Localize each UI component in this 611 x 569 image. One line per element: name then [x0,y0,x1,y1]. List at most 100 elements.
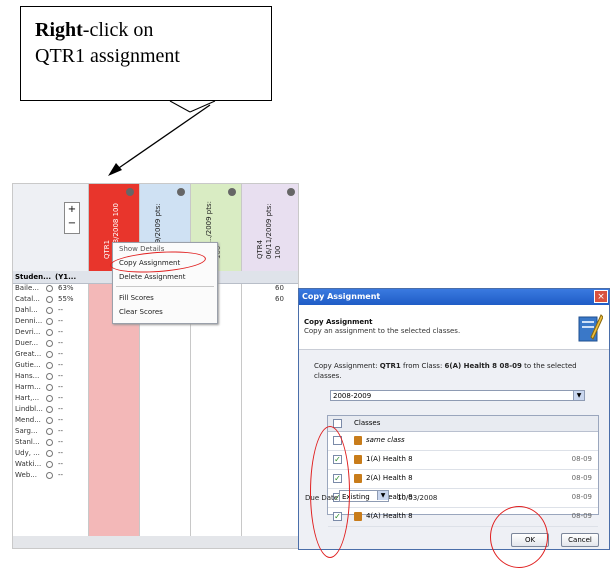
zoom-controls[interactable]: + − [64,202,80,234]
chevron-down-icon[interactable]: ▼ [377,491,388,500]
class-book-icon [354,474,362,483]
highlight-checkboxes [310,426,350,558]
menu-delete-assignment[interactable]: Delete Assignment [119,272,185,283]
student-name: Gutie... [15,361,41,369]
student-info-icon[interactable] [46,351,53,358]
table-row[interactable]: Harm... -- [13,382,298,393]
table-row[interactable]: Great... -- [13,349,298,360]
gradebook-grid: + − QTR1 10/03/2008 100 08/09/2009 pts: … [12,183,299,549]
student-info-icon[interactable] [46,450,53,457]
class-book-icon [354,512,362,521]
student-name: Udy, ... [15,449,40,457]
student-info-icon[interactable] [46,318,53,325]
student-name: Stanl... [15,438,40,446]
dialog-header: Copy Assignment Copy an assignment to th… [299,305,609,350]
student-name: Duer... [15,339,39,347]
student-name: Hart,... [15,394,40,402]
student-info-icon[interactable] [46,406,53,413]
class-row[interactable]: ✓ 4(A) Health 8 08-09 [328,507,598,527]
student-info-icon[interactable] [46,395,53,402]
zoom-in-button[interactable]: + [65,203,79,217]
dialog-heading: Copy Assignment [304,318,373,326]
student-name: Catal... [15,295,40,303]
class-book-icon [354,455,362,464]
student-header[interactable]: Studen... [15,271,51,283]
student-info-icon[interactable] [46,439,53,446]
student-info-icon[interactable] [46,461,53,468]
student-info-icon[interactable] [46,307,53,314]
table-row[interactable]: Watki... -- [13,459,298,470]
highlight-ok-button [490,506,548,568]
column-menu-icon[interactable] [228,188,236,196]
assignment-header-qtr4: QTR4 06/11/2009 pts: 100 [256,203,282,259]
student-info-icon[interactable] [46,340,53,347]
student-name: Great... [15,350,42,358]
student-name: Web... [15,471,37,479]
score-cell[interactable]: 60 [275,283,284,294]
school-year-select[interactable]: 2008-2009 ▼ [330,390,585,401]
student-info-icon[interactable] [46,285,53,292]
table-row[interactable]: Gutie... -- [13,360,298,371]
close-icon[interactable]: × [594,290,608,303]
column-menu-icon[interactable] [126,188,134,196]
student-average: -- [58,339,64,347]
class-year: 08-09 [571,512,592,520]
student-average: 63% [58,284,74,292]
student-average: -- [58,405,64,413]
class-name: 4(A) Health 8 [366,512,413,520]
student-name: Sarg... [15,427,38,435]
student-info-icon[interactable] [46,296,53,303]
assignment-pencil-icon [578,314,603,342]
student-info-icon[interactable] [46,329,53,336]
student-average: -- [58,438,64,446]
student-average: -- [58,317,64,325]
class-year: 08-09 [571,493,592,501]
chevron-down-icon[interactable]: ▼ [573,391,584,400]
class-row[interactable]: ✓ 2(A) Health 8 08-09 [328,469,598,489]
student-info-icon[interactable] [46,472,53,479]
class-row[interactable]: same class [328,431,598,451]
student-info-icon[interactable] [46,384,53,391]
student-name: Denni... [15,317,43,325]
menu-fill-scores[interactable]: Fill Scores [119,293,154,304]
class-row[interactable]: ✓ 1(A) Health 8 08-09 [328,450,598,470]
student-name: Lindbl... [15,405,43,413]
table-row[interactable]: Mend... -- [13,415,298,426]
table-row[interactable]: Devri... -- [13,327,298,338]
table-row[interactable]: Hans... -- [13,371,298,382]
student-average: -- [58,306,64,314]
student-name: Mend... [15,416,41,424]
grid-footer [13,536,298,548]
zoom-out-button[interactable]: − [65,217,79,231]
average-header[interactable]: (Y1... [55,271,76,283]
student-info-icon[interactable] [46,373,53,380]
menu-clear-scores[interactable]: Clear Scores [119,307,163,318]
student-average: -- [58,350,64,358]
student-average: -- [58,361,64,369]
score-cell[interactable]: 60 [275,294,284,305]
dialog-title: Copy Assignment [299,289,609,305]
student-average: 55% [58,295,74,303]
student-average: -- [58,416,64,424]
classes-list-header: Classes [328,416,598,432]
student-info-icon[interactable] [46,417,53,424]
student-info-icon[interactable] [46,428,53,435]
table-row[interactable]: Hart,... -- [13,393,298,404]
table-row[interactable]: Duer... -- [13,338,298,349]
student-info-icon[interactable] [46,362,53,369]
student-average: -- [58,383,64,391]
column-menu-icon[interactable] [287,188,295,196]
cancel-button[interactable]: Cancel [561,533,599,547]
column-menu-icon[interactable] [177,188,185,196]
class-name: 2(A) Health 8 [366,474,413,482]
table-row[interactable]: Sarg... -- [13,426,298,437]
table-row[interactable]: Lindbl... -- [13,404,298,415]
table-row[interactable]: Udy, ... -- [13,448,298,459]
class-year: 08-09 [571,455,592,463]
student-name: Watki... [15,460,42,468]
table-row[interactable]: Stanl... -- [13,437,298,448]
table-row[interactable]: Web... -- [13,470,298,481]
student-average: -- [58,460,64,468]
student-name: Dahl... [15,306,38,314]
due-date-value: 10/03/2008 [397,494,438,502]
